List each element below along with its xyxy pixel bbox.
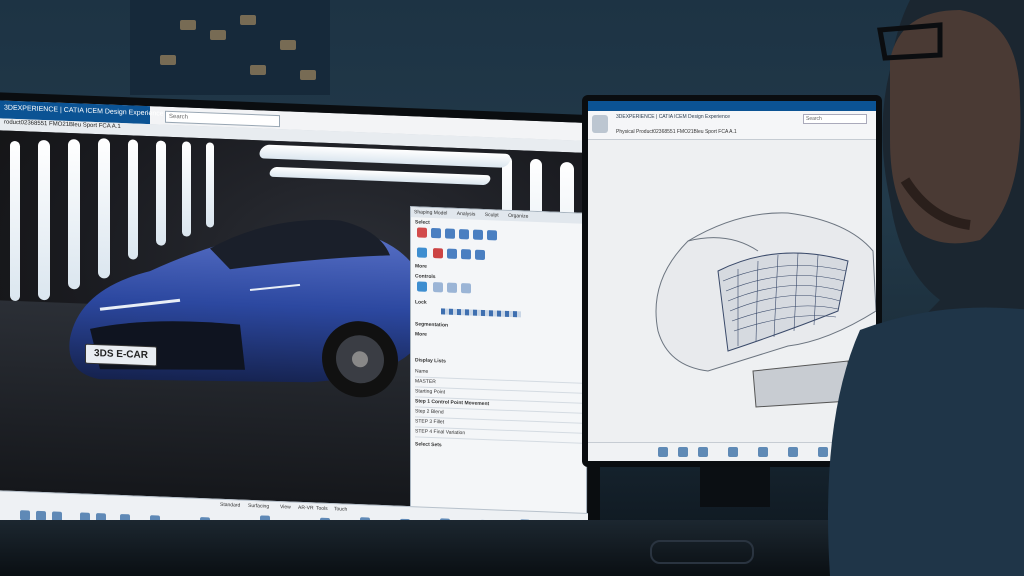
right-tab-product[interactable]: Physical Product02368551 FMO21Bleu Sport… [616,129,737,135]
check-icon[interactable] [417,247,427,258]
light-stripe [268,166,492,186]
section-more[interactable]: More [415,263,427,269]
section-more-2[interactable]: More [415,331,427,337]
license-plate: 3DS E-CAR [85,343,157,367]
bottom-tab-view[interactable]: View [280,504,291,510]
section-segmentation: Segmentation [415,321,449,329]
check-icon[interactable] [417,281,427,292]
surface-icon[interactable] [487,230,497,241]
bottom-tab-ar-vr[interactable]: AR-VR [298,505,314,512]
section-lock: Lock [415,299,427,306]
scale-icon[interactable] [459,229,469,240]
tool-panel: Shaping Model Analysis Sculpt Organize S… [410,206,587,515]
control-point-icon[interactable] [433,282,443,293]
lock-slider[interactable] [441,308,521,318]
building-window [240,15,256,25]
left-monitor: 3DEXPERIENCE | CATIA ICEM Design Experie… [0,92,600,566]
right-app-brand: 3DEXPERIENCE | CATIA ICEM Design Experie… [616,114,731,120]
tab-shaping-model[interactable]: Shaping Model [414,209,447,216]
glasses-on-desk [650,540,754,564]
background-building [130,0,330,95]
curve-icon[interactable] [473,229,483,240]
light-stripe [257,144,513,168]
bottom-tab-standard[interactable]: Standard [220,502,240,509]
section-select: Select [415,219,430,226]
control-icon[interactable] [461,283,471,294]
toolbar-icon[interactable] [658,447,668,457]
building-window [300,70,316,80]
section-controls: Controls [415,273,436,281]
move-icon[interactable] [431,227,441,239]
building-window [250,65,266,75]
building-window [210,30,226,40]
building-window [160,55,176,65]
tab-analysis[interactable]: Analysis [457,211,476,218]
toolbar-icon[interactable] [678,447,688,457]
grid-icon[interactable] [447,248,457,259]
toolbar-icon[interactable] [20,510,30,521]
sports-car [69,219,424,398]
toolbar-icon[interactable] [788,447,798,457]
tab-organize[interactable]: Organize [508,213,528,220]
patch-icon[interactable] [475,249,485,261]
bottom-tab-touch[interactable]: Touch [334,506,347,513]
light-stripe [38,139,50,301]
bottom-tab-tools[interactable]: Tools [316,506,328,512]
toolbar-icon[interactable] [698,447,708,457]
left-screen: 3DEXPERIENCE | CATIA ICEM Design Experie… [0,100,588,551]
rotate-icon[interactable] [445,228,455,239]
section-display-lists: Display Lists [415,357,446,365]
control-grid-icon[interactable] [447,282,457,293]
toolbar-icon[interactable] [728,447,738,457]
select-icon[interactable] [417,227,427,238]
person-silhouette [828,0,1024,576]
toolbar-icon[interactable] [758,447,768,457]
app-brand: 3DEXPERIENCE | CATIA ICEM Design Experie… [4,104,164,118]
building-window [180,20,196,30]
mirror-icon[interactable] [461,249,471,260]
monitor-stand [700,467,770,507]
plus-icon[interactable] [433,248,443,259]
tab-sculpt[interactable]: Sculpt [485,212,499,219]
section-select-sets[interactable]: Select Sets [415,441,442,448]
building-window [280,40,296,50]
light-stripe [10,140,20,302]
compass-icon[interactable] [592,115,608,133]
bottom-tab-surfacing[interactable]: Surfacing [248,503,269,510]
